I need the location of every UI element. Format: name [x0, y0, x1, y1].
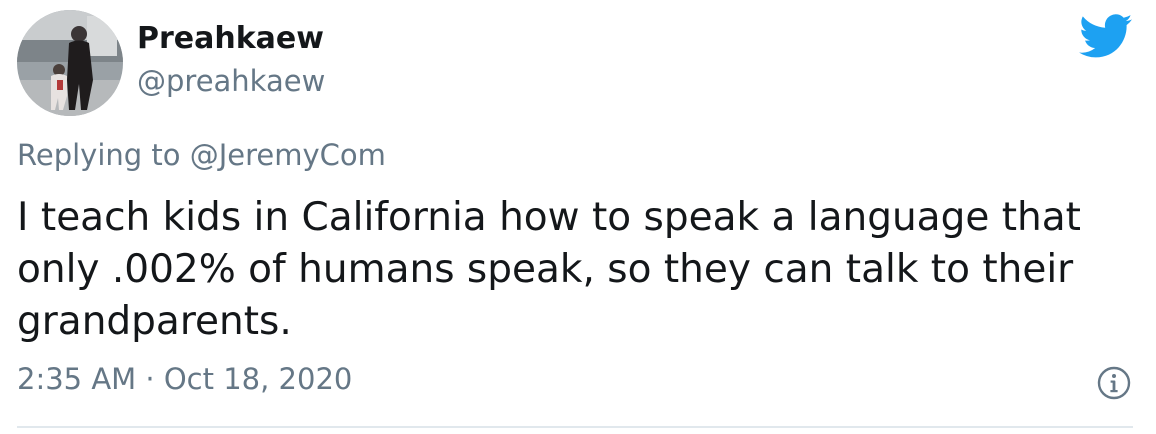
- reply-context: Replying to @JeremyCom: [17, 138, 386, 173]
- reply-mention-link[interactable]: @JeremyCom: [190, 138, 386, 172]
- twitter-bird-icon[interactable]: [1079, 14, 1133, 60]
- reply-prefix: Replying to: [17, 138, 181, 172]
- user-handle[interactable]: @preahkaew: [137, 64, 325, 99]
- display-name[interactable]: Preahkaew: [137, 21, 324, 57]
- info-icon[interactable]: [1097, 366, 1131, 400]
- avatar[interactable]: [17, 10, 123, 116]
- divider: [17, 426, 1133, 428]
- tweet-timestamp[interactable]: 2:35 AM · Oct 18, 2020: [17, 362, 352, 397]
- tweet-text: I teach kids in California how to speak …: [17, 195, 1081, 344]
- tweet-card: Preahkaew @preahkaew Replying to @Jeremy…: [0, 0, 1156, 434]
- avatar-photo: [17, 10, 123, 116]
